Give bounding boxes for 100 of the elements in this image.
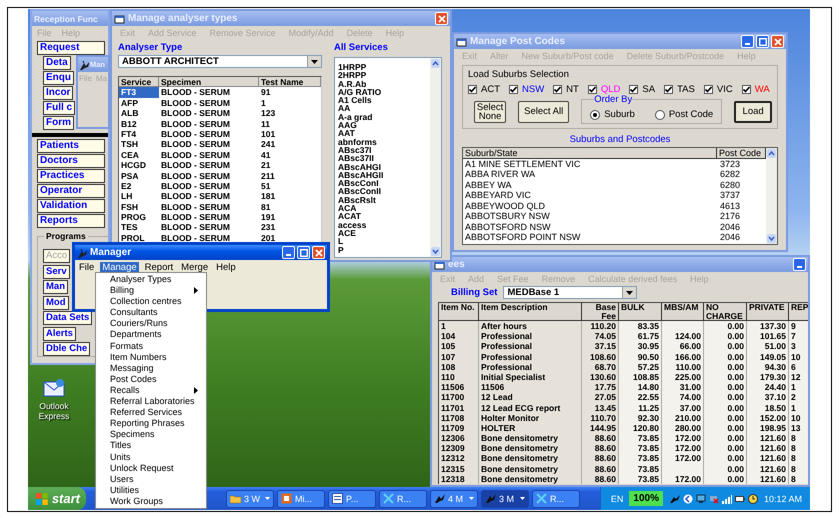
checkbox[interactable]	[553, 85, 562, 94]
list-item[interactable]: ABscAHGI	[338, 162, 430, 171]
clock[interactable]: 10:12 AM	[764, 494, 802, 504]
list-item[interactable]: AAG	[338, 121, 430, 130]
list-item[interactable]: P	[338, 246, 430, 254]
menu-item[interactable]: Work Groups	[96, 496, 206, 507]
list-item[interactable]: ABscConI	[338, 179, 430, 188]
table-cell[interactable]: PROL	[119, 232, 159, 244]
list-item[interactable]: A1 Cells	[338, 96, 430, 104]
program-button[interactable]: Alerts	[43, 326, 76, 340]
list-item[interactable]: 2HRPP	[338, 71, 430, 80]
menu-item[interactable]: Billing	[96, 285, 206, 296]
taskbar-button[interactable]: 3 W	[226, 490, 274, 508]
table-cell[interactable]: E2	[119, 180, 159, 192]
nav-button[interactable]: Enqu	[43, 71, 74, 85]
list-item[interactable]: AAT	[338, 129, 430, 138]
dropdown[interactable]: ABBOTT ARCHITECT	[118, 55, 322, 68]
table-cell[interactable]: PSA	[119, 170, 159, 181]
close-button[interactable]	[312, 246, 325, 259]
menu-item[interactable]: File	[77, 262, 96, 273]
column-header[interactable]: Post Code	[717, 148, 766, 158]
menu-item[interactable]: Analyser Types	[96, 274, 206, 286]
list-item[interactable]: 1HRPP	[338, 63, 430, 72]
list-item[interactable]: ACAT	[338, 212, 430, 221]
menu-item[interactable]: Reporting Phrases	[96, 418, 206, 430]
column-header[interactable]: Service	[119, 77, 159, 88]
column-header[interactable]: Suburb/State	[463, 148, 717, 158]
list-item[interactable]: A/G RATIO	[338, 88, 430, 96]
taskbar-button[interactable]: R...	[532, 490, 580, 508]
list-item[interactable]: abnforms	[338, 138, 430, 146]
menu-item[interactable]: Messaging	[96, 362, 206, 374]
program-button[interactable]: Dble Che	[43, 342, 90, 356]
menu-item[interactable]: Couriers/Runs	[96, 318, 206, 330]
checkbox[interactable]	[468, 85, 477, 94]
nav-button[interactable]: Operator	[37, 184, 105, 198]
list-item[interactable]: access	[338, 220, 430, 229]
column-header[interactable]: MBS/AM	[662, 303, 704, 321]
program-button[interactable]: Data Sets	[43, 311, 92, 325]
list-item[interactable]: ABscAHGII	[338, 170, 430, 180]
taskbar-button[interactable]: 4 M	[430, 490, 478, 508]
table-cell[interactable]: ALB	[119, 108, 159, 119]
checkbox[interactable]	[704, 85, 713, 94]
list-item[interactable]: ABsc37I	[338, 146, 430, 154]
table-cell[interactable]: CEA	[119, 150, 159, 160]
menu-item[interactable]: Merge	[179, 262, 210, 273]
table-cell[interactable]: TES	[119, 222, 159, 233]
nav-button[interactable]: Deta	[43, 56, 71, 70]
menu-item[interactable]: Collection centres	[96, 296, 206, 308]
table-cell[interactable]: AFP	[119, 98, 159, 108]
column-header[interactable]: Specimen	[159, 77, 259, 88]
menu-item[interactable]: Recalls	[96, 384, 206, 396]
nav-button[interactable]: Validation	[37, 199, 105, 213]
menu-item[interactable]: Utilities	[96, 484, 206, 496]
nav-button[interactable]: Patients	[37, 139, 105, 153]
table-cell[interactable]: FSH	[119, 202, 159, 212]
checkbox[interactable]	[629, 85, 638, 94]
menu-item[interactable]: Departments	[96, 329, 206, 341]
column-header[interactable]: NO CHARGE	[704, 303, 747, 321]
table-cell[interactable]: HCGD	[119, 160, 159, 171]
column-header[interactable]: Item No.	[439, 303, 479, 321]
icon-label[interactable]: Outlook Express	[34, 402, 74, 421]
column-header[interactable]: Base Fee	[582, 303, 619, 321]
minimize-button[interactable]	[282, 246, 295, 259]
list-item[interactable]: L	[338, 237, 430, 246]
menu-item[interactable]: Item Numbers	[96, 352, 206, 363]
program-button[interactable]: Mod	[43, 296, 69, 310]
column-header[interactable]: PRIVATE	[747, 303, 789, 321]
table-cell[interactable]: LH	[119, 191, 159, 202]
menu-item[interactable]: Manage	[100, 262, 139, 273]
list-item[interactable]: ABsc37II	[338, 154, 430, 163]
nav-button[interactable]: Reports	[37, 214, 105, 228]
radio-button[interactable]	[654, 110, 665, 120]
maximize-button[interactable]	[297, 246, 310, 259]
checkbox[interactable]	[588, 85, 597, 94]
menu-item[interactable]: Formats	[96, 340, 206, 352]
menu-item[interactable]: Consultants	[96, 307, 206, 318]
column-header[interactable]: Item Description	[479, 303, 582, 321]
checkbox[interactable]	[509, 85, 518, 94]
table-cell[interactable]: FT3	[119, 87, 159, 98]
program-button[interactable]: Man	[43, 280, 68, 294]
table-cell[interactable]: FT4	[119, 128, 159, 140]
menu-item[interactable]: Titles	[96, 440, 206, 452]
column-header[interactable]: Test Name	[259, 77, 321, 88]
table-cell[interactable]: B12	[119, 118, 159, 129]
menu-item[interactable]: Units	[96, 452, 206, 463]
column-header[interactable]: REP	[789, 303, 808, 321]
list-item[interactable]: A.R.Ab	[338, 80, 430, 88]
nav-button[interactable]: Practices	[37, 169, 105, 183]
battery-indicator[interactable]: 100%	[629, 491, 663, 506]
list-item[interactable]: ABscRslt	[338, 196, 430, 204]
table-cell[interactable]: TSH	[119, 139, 159, 150]
scrollbar[interactable]	[430, 58, 441, 257]
select-none-button[interactable]: Select None	[474, 100, 506, 122]
dropdown[interactable]: MEDBase 1	[503, 286, 638, 299]
column-header[interactable]: BULK	[619, 303, 662, 321]
menu-item[interactable]: Report	[142, 262, 176, 273]
nav-button[interactable]: Full c	[43, 101, 76, 115]
nav-button[interactable]: Doctors	[37, 154, 105, 168]
load-button[interactable]: Load	[734, 100, 772, 122]
menu-item[interactable]: Referred Services	[96, 407, 206, 418]
